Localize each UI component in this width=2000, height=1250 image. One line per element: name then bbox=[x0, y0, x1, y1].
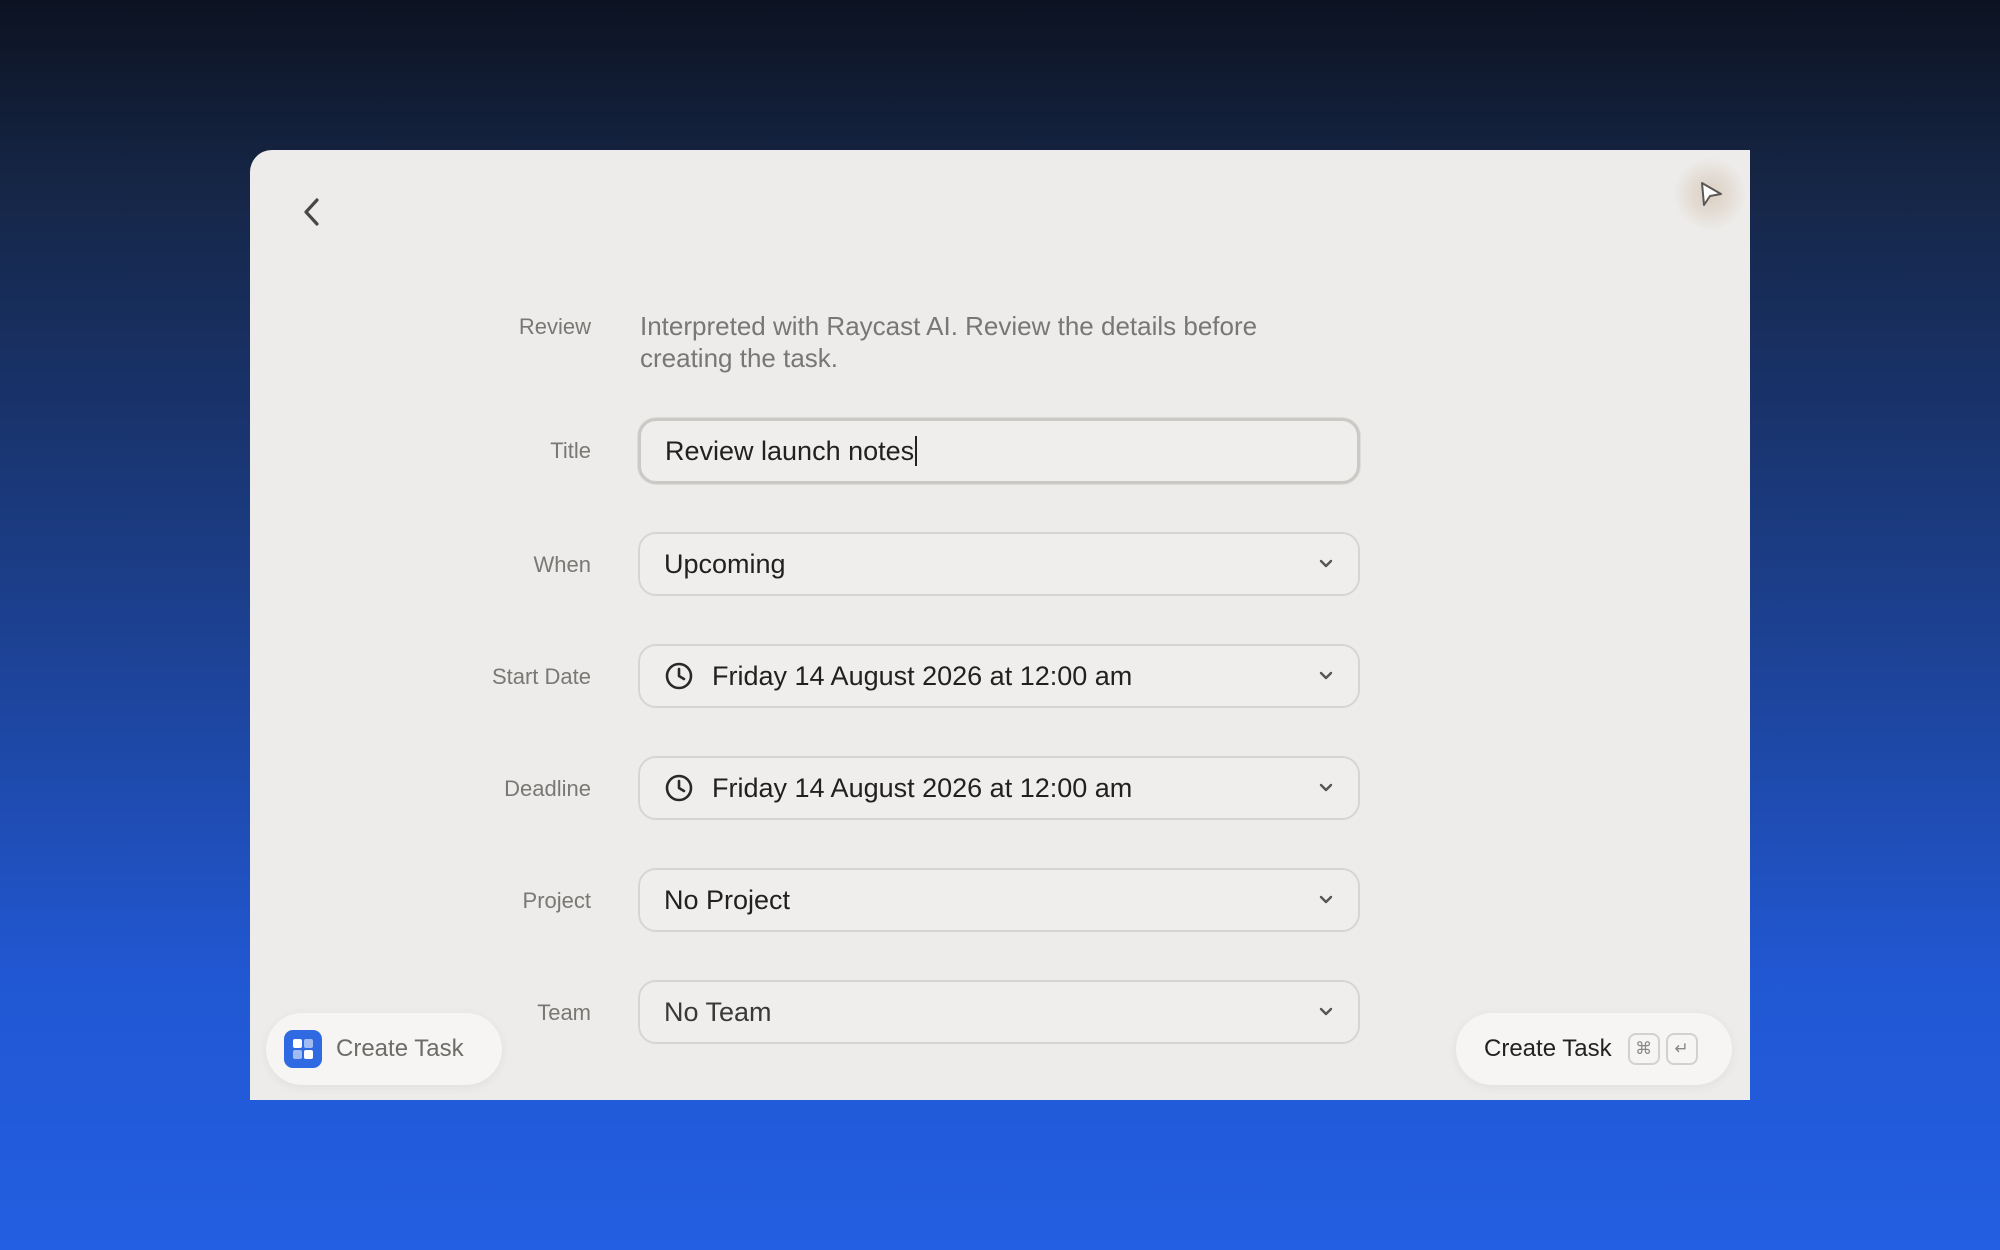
deadline-picker[interactable]: Friday 14 August 2026 at 12:00 am bbox=[638, 756, 1360, 820]
chevron-down-icon bbox=[1318, 1004, 1334, 1020]
create-task-command-pill[interactable]: Create Task bbox=[266, 1013, 502, 1085]
project-dropdown[interactable]: No Project bbox=[638, 868, 1360, 932]
title-label: Title bbox=[550, 438, 591, 463]
app-logo-icon bbox=[284, 1030, 322, 1068]
cursor-arrow-icon bbox=[1701, 182, 1722, 206]
create-task-window: Review Interpreted with Raycast AI. Revi… bbox=[250, 150, 1750, 1100]
project-value: No Project bbox=[664, 884, 791, 915]
back-button[interactable] bbox=[290, 190, 334, 234]
deadline-value: Friday 14 August 2026 at 12:00 am bbox=[712, 772, 1133, 803]
project-label: Project bbox=[522, 888, 591, 913]
clock-icon bbox=[664, 661, 694, 691]
team-dropdown[interactable]: No Team bbox=[638, 980, 1360, 1044]
title-input[interactable]: Review launch notes bbox=[638, 418, 1360, 484]
when-value: Upcoming bbox=[664, 548, 786, 579]
when-label: When bbox=[533, 552, 591, 577]
return-key-icon: ↵ bbox=[1665, 1033, 1698, 1065]
chevron-down-icon bbox=[1318, 892, 1334, 908]
start-date-value: Friday 14 August 2026 at 12:00 am bbox=[712, 660, 1133, 691]
when-dropdown[interactable]: Upcoming bbox=[638, 532, 1360, 596]
chevron-down-icon bbox=[1318, 556, 1334, 572]
chevron-down-icon bbox=[1318, 668, 1334, 684]
command-key-icon: ⌘ bbox=[1627, 1033, 1660, 1065]
chevron-down-icon bbox=[1318, 780, 1334, 796]
review-description: Interpreted with Raycast AI. Review the … bbox=[640, 311, 1258, 373]
team-value: No Team bbox=[664, 996, 772, 1027]
create-task-button[interactable]: Create Task ⌘ ↵ bbox=[1456, 1013, 1732, 1085]
text-caret bbox=[915, 436, 918, 466]
team-label: Team bbox=[537, 1000, 591, 1025]
create-task-button-label: Create Task bbox=[1484, 1035, 1612, 1062]
review-label: Review bbox=[518, 314, 591, 339]
start-date-picker[interactable]: Friday 14 August 2026 at 12:00 am bbox=[638, 644, 1360, 708]
chevron-left-icon bbox=[304, 198, 319, 226]
title-input-value: Review launch notes bbox=[665, 435, 915, 466]
cursor-action-button[interactable] bbox=[1674, 158, 1746, 230]
clock-icon bbox=[664, 773, 694, 803]
deadline-label: Deadline bbox=[504, 776, 591, 801]
command-title: Create Task bbox=[336, 1035, 464, 1062]
start-date-label: Start Date bbox=[491, 664, 591, 689]
